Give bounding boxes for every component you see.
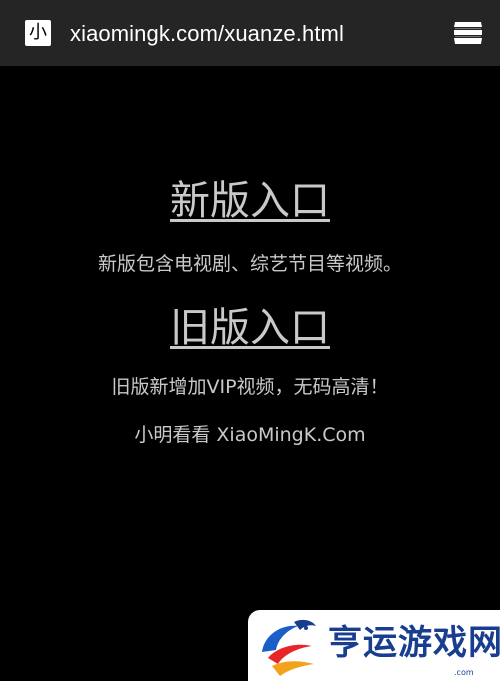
- watermark-text: 亨运游戏网: [328, 623, 500, 663]
- site-favicon-icon: 小: [25, 20, 51, 46]
- old-entry-row: 旧版入口: [0, 304, 500, 360]
- watermark-domain: .com: [454, 668, 474, 677]
- new-version-description: 新版包含电视剧、综艺节目等视频。: [97, 253, 402, 275]
- address-bar: 小 xiaomingk.com/xuanze.html: [0, 0, 500, 66]
- dragon-logo-icon: [254, 614, 322, 678]
- site-footer-text: 小明看看 XiaoMingK.Com: [134, 424, 366, 446]
- new-version-link[interactable]: 新版入口: [170, 177, 330, 225]
- watermark-badge: 亨运游戏网 .com: [248, 610, 500, 681]
- new-entry-row: 新版入口: [0, 177, 500, 233]
- old-version-description: 旧版新增加VIP视频，无码高清！: [111, 376, 389, 398]
- old-version-link[interactable]: 旧版入口: [170, 304, 330, 352]
- browser-page: 小 xiaomingk.com/xuanze.html 新版入口 新版包含电视剧…: [0, 0, 500, 681]
- stack-menu-icon[interactable]: [452, 20, 484, 46]
- url-text[interactable]: xiaomingk.com/xuanze.html: [70, 19, 344, 49]
